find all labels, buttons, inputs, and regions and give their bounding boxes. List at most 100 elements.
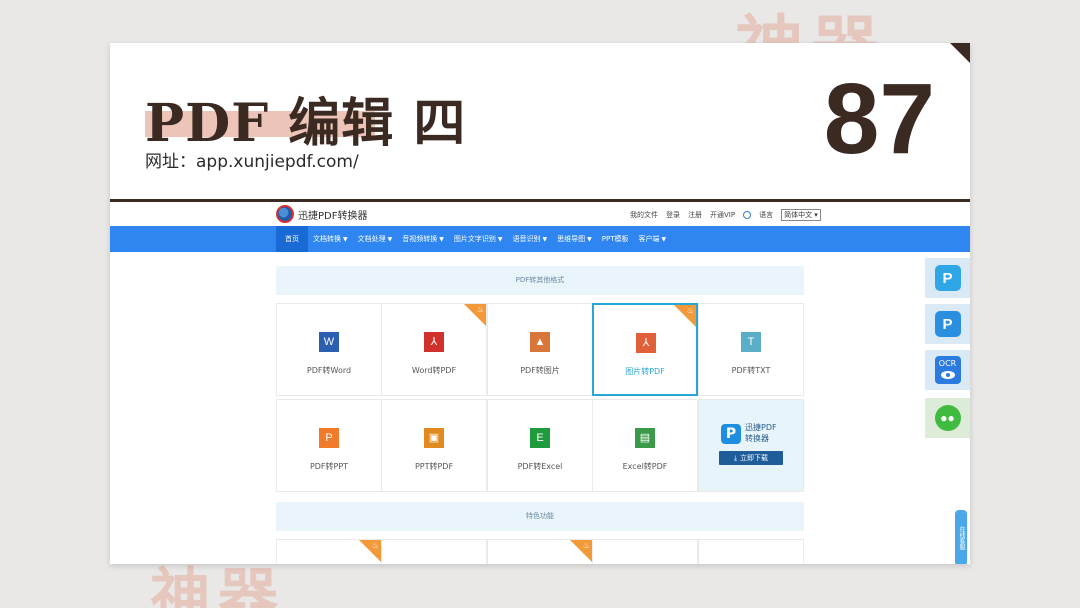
tool-label: PDF转Word xyxy=(306,366,352,375)
caret-down-icon: ▼ xyxy=(661,236,667,243)
site-logo[interactable]: 迅捷PDF转换器 xyxy=(276,205,367,223)
nav-item-label: 语音识别 xyxy=(512,235,541,243)
register-link[interactable]: 注册 xyxy=(688,210,702,220)
tool-card[interactable]: ⅄ 图片转PDF ♨ xyxy=(592,303,698,396)
nav-item[interactable]: 图片文字识别 ▼ xyxy=(449,226,508,252)
nav-item-label: 文档转换 xyxy=(313,235,341,243)
ocr-label: OCR xyxy=(938,359,957,368)
section-title-features: 特色功能 xyxy=(276,502,804,531)
tool-label: PDF转TXT xyxy=(731,366,771,375)
tool-label: PPT转PDF xyxy=(414,462,454,471)
language-select[interactable]: 简体中文 ▾ xyxy=(781,209,821,221)
caret-down-icon: ▼ xyxy=(587,236,592,243)
feature-card[interactable] xyxy=(381,539,487,564)
corner-fold xyxy=(950,43,970,63)
tool-card[interactable]: ▣ PPT转PDF xyxy=(381,399,487,492)
tool-label: PDF转PPT xyxy=(309,462,349,471)
main-nav: 首页 文档转换 ▼ 文档处理 ▼ 音视频转换 ▼ 图片文字识别 ▼ 语音识别 ▼ 思维导图 ▼ PPT模板… xyxy=(110,226,970,252)
nav-item[interactable]: 首页 xyxy=(276,226,308,252)
feature-card[interactable] xyxy=(592,539,698,564)
download-button[interactable]: ⤓ 立即下载 xyxy=(719,451,783,465)
pdf-p-icon: P xyxy=(934,311,961,337)
nav-item[interactable]: PPT模板 xyxy=(597,226,634,252)
ppt-icon: P xyxy=(319,428,339,448)
tool-card[interactable]: T PDF转TXT xyxy=(698,303,804,396)
nav-items: 首页 文档转换 ▼ 文档处理 ▼ 音视频转换 ▼ 图片文字识别 ▼ 语音识别 ▼ 思维导图 ▼ PPT模板… xyxy=(276,226,671,252)
promo-title-line2: 转换器 xyxy=(745,434,769,443)
language-label: 语言 xyxy=(759,211,774,219)
nav-item[interactable]: 音视频转换 ▼ xyxy=(397,226,449,252)
nav-item[interactable]: 语音识别 ▼ xyxy=(508,226,553,252)
ppt-pdf-icon: ▣ xyxy=(424,428,444,448)
logo-icon xyxy=(276,205,294,223)
caret-down-icon: ▼ xyxy=(439,236,444,243)
tool-card[interactable]: ▲ PDF转图片 xyxy=(487,303,593,396)
flame-icon: ♨ xyxy=(686,306,694,315)
caret-down-icon: ▼ xyxy=(497,236,503,243)
nav-item-label: 文档处理 xyxy=(357,235,386,243)
ocr-icon: OCR xyxy=(934,356,961,384)
site-header: 迅捷PDF转换器 我的文件 登录 注册 开通VIP 语言 简体中文 ▾ xyxy=(110,202,970,226)
tool-card[interactable]: ▤ Excel转PDF xyxy=(592,399,698,492)
app-logo-icon: P xyxy=(721,424,741,444)
promo-title: 迅捷PDF 转换器 xyxy=(745,422,777,444)
top-links: 我的文件 登录 注册 开通VIP 语言 简体中文 ▾ xyxy=(630,209,821,221)
language-value: 简体中文 xyxy=(784,211,813,219)
login-link[interactable]: 登录 xyxy=(666,210,680,220)
nav-item[interactable]: 文档转换 ▼ xyxy=(308,226,353,252)
logo-text: 迅捷PDF转换器 xyxy=(298,210,368,222)
url-line: 网址：app.xunjiepdf.com/ xyxy=(145,152,359,172)
side-wechat-button[interactable]: ●● xyxy=(925,398,970,438)
flame-icon: ♨ xyxy=(371,541,379,550)
tool-card[interactable]: W PDF转Word xyxy=(276,303,382,396)
tool-label: Word转PDF xyxy=(411,366,457,375)
tool-card[interactable]: E PDF转Excel xyxy=(487,399,593,492)
wechat-icon: ●● xyxy=(934,405,961,431)
nav-item-label: 首页 xyxy=(285,235,299,243)
excel-pdf-icon: ▤ xyxy=(635,428,655,448)
slide-card: PDF 编辑 四 网址：app.xunjiepdf.com/ 87 迅捷PDF转… xyxy=(110,43,970,564)
my-files-link[interactable]: 我的文件 xyxy=(630,210,658,220)
slide-title-wrap: PDF 编辑 四 xyxy=(145,81,466,156)
caret-down-icon: ▼ xyxy=(387,236,393,243)
tool-card[interactable]: P PDF转PPT xyxy=(276,399,382,492)
globe-icon xyxy=(743,211,752,219)
tool-grid: P 迅捷PDF 转换器 ⤓ 立即下载 W PDF转Word ⅄ Word转PDF ♨ ▲ PD… xyxy=(276,303,804,492)
online-service-tab[interactable]: 在线客服 xyxy=(955,510,967,564)
word-icon: W xyxy=(319,332,339,352)
promo-download-card: P 迅捷PDF 转换器 ⤓ 立即下载 xyxy=(698,399,804,492)
flame-icon: ♨ xyxy=(476,305,484,314)
caret-down-icon: ▼ xyxy=(542,236,548,243)
tool-label: PDF转图片 xyxy=(520,366,560,375)
image-icon: ▲ xyxy=(530,332,550,352)
nav-item[interactable]: 思维导图 ▼ xyxy=(552,226,597,252)
nav-item-label: 思维导图 xyxy=(557,235,586,243)
side-pdf-button[interactable]: P xyxy=(925,304,970,344)
nav-item[interactable]: 客户端 ▼ xyxy=(633,226,671,252)
caret-down-icon: ▼ xyxy=(343,236,348,243)
feature-card[interactable]: ♨ xyxy=(487,539,593,564)
slide-title: PDF 编辑 四 xyxy=(145,93,467,154)
vip-link[interactable]: 开通VIP xyxy=(710,210,735,220)
nav-item[interactable]: 文档处理 ▼ xyxy=(353,226,398,252)
feature-card[interactable] xyxy=(698,539,804,564)
download-icon: ⤓ xyxy=(733,454,738,462)
slide-number: 87 xyxy=(823,63,935,175)
feature-card[interactable]: ♨ xyxy=(276,539,382,564)
flame-icon: ♨ xyxy=(582,541,590,550)
eye-icon xyxy=(940,371,955,379)
nav-item-label: 音视频转换 xyxy=(402,235,438,243)
tool-label: PDF转Excel xyxy=(517,462,563,471)
app-p-icon: P xyxy=(934,265,961,291)
tool-label: Excel转PDF xyxy=(622,462,668,471)
nav-item-label: PPT模板 xyxy=(601,235,629,243)
tool-card[interactable]: ⅄ Word转PDF ♨ xyxy=(381,303,487,396)
promo-title-line1: 迅捷PDF xyxy=(745,423,777,432)
side-ocr-button[interactable]: OCR xyxy=(925,350,970,390)
side-app-button[interactable]: P xyxy=(925,258,970,298)
pdf-icon: ⅄ xyxy=(636,333,656,353)
nav-item-label: 客户端 xyxy=(638,235,660,243)
excel-icon: E xyxy=(530,428,550,448)
section-title-pdf-to-other: PDF转其他格式 xyxy=(276,266,804,295)
features-row: ♨ ♨ xyxy=(276,539,804,564)
